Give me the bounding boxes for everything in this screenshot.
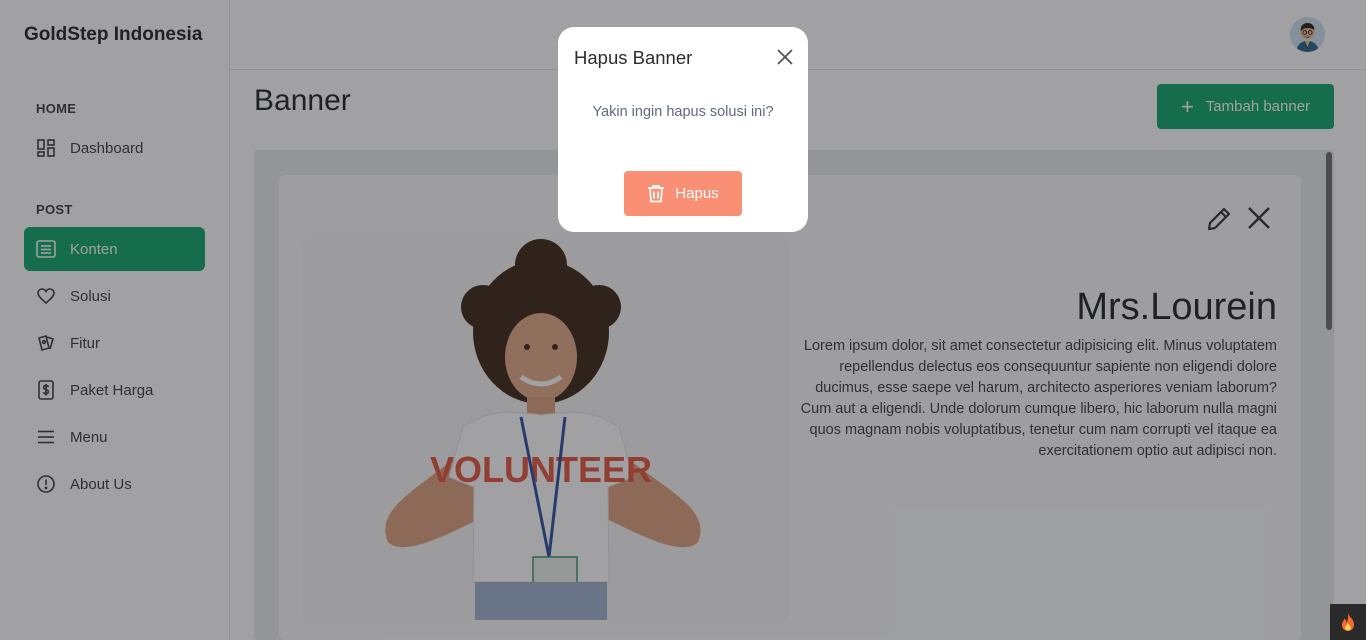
fire-icon[interactable]	[1330, 604, 1366, 640]
trash-icon	[647, 184, 665, 203]
modal-message: Yakin ingin hapus solusi ini?	[592, 104, 774, 120]
confirm-delete-button[interactable]: Hapus	[624, 171, 742, 216]
confirm-delete-label: Hapus	[675, 185, 719, 202]
close-icon[interactable]	[774, 46, 796, 68]
delete-banner-modal: Hapus Banner Yakin ingin hapus solusi in…	[558, 27, 808, 232]
modal-title: Hapus Banner	[574, 47, 693, 68]
